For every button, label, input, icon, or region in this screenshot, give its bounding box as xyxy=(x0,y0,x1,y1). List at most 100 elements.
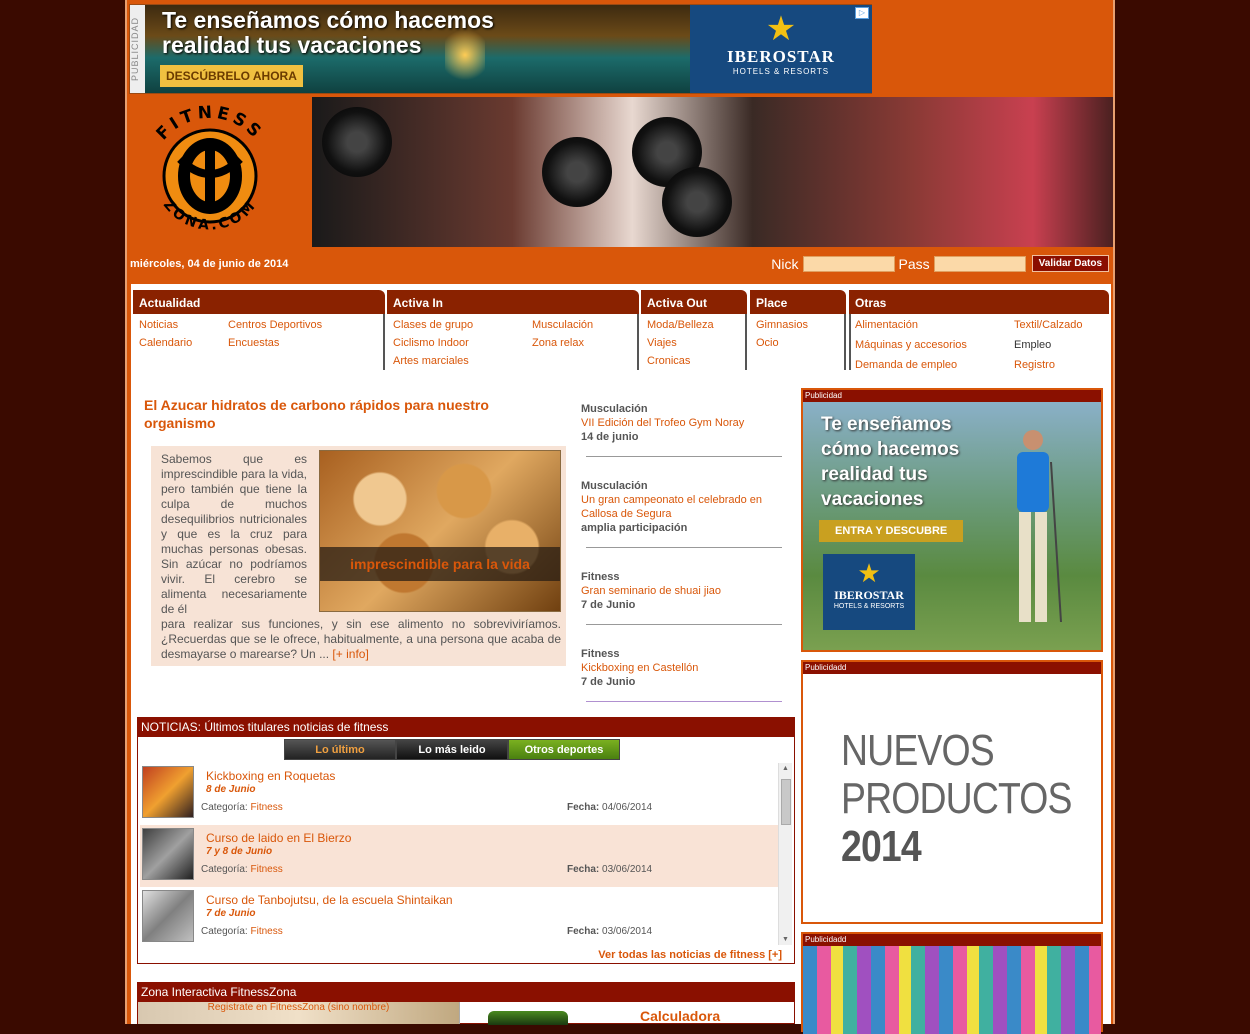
side-news-title[interactable]: Kickboxing en Castellón xyxy=(581,661,786,675)
tab-lo-mas-leido[interactable]: Lo más leido xyxy=(396,739,508,760)
brand-name: IBEROSTAR xyxy=(834,588,904,602)
more-info-link[interactable]: [+ info] xyxy=(332,647,368,661)
side-news-title[interactable]: VII Edición del Trofeo Gym Noray xyxy=(581,416,786,430)
menu-item-textil[interactable]: Textil/Calzado xyxy=(1014,319,1082,331)
side-news-item[interactable]: Fitness Gran seminario de shuai jiao 7 d… xyxy=(581,570,786,647)
menu-head-place[interactable]: Place xyxy=(750,290,846,314)
news-title[interactable]: Curso de laido en El Bierzo xyxy=(206,831,351,845)
category-link[interactable]: Fitness xyxy=(250,926,282,937)
news-thumbnail[interactable] xyxy=(142,766,194,818)
menu-item-ocio[interactable]: Ocio xyxy=(756,337,779,349)
scroll-down-icon[interactable]: ▼ xyxy=(782,936,789,943)
ad-cta-button[interactable]: ENTRA Y DESCUBRE xyxy=(819,520,964,542)
menu-head-actualidad[interactable]: Actualidad xyxy=(133,290,385,314)
menu-item-viajes[interactable]: Viajes xyxy=(647,337,677,349)
side-news-item[interactable]: Musculación VII Edición del Trofeo Gym N… xyxy=(581,402,786,479)
menu-item-moda[interactable]: Moda/Belleza xyxy=(647,319,714,331)
category-label: Categoría: xyxy=(201,926,248,937)
brand-sub: HOTELS & RESORTS xyxy=(732,67,830,76)
scroll-up-icon[interactable]: ▲ xyxy=(782,765,789,772)
tab-lo-ultimo[interactable]: Lo último xyxy=(284,739,396,760)
menu-head-activa-out[interactable]: Activa Out xyxy=(641,290,747,314)
all-news-link[interactable]: Ver todas las noticias de fitness [+] xyxy=(598,949,782,961)
menu-item-cronicas[interactable]: Cronicas xyxy=(647,355,690,367)
menu-head-otras[interactable]: Otras xyxy=(849,290,1109,314)
ad-label: Publicidadd xyxy=(803,662,1101,674)
menu-item-demanda[interactable]: Demanda de empleo xyxy=(855,359,957,371)
ad-headline: Te enseñamos cómo hacemos realidad tus v… xyxy=(162,8,494,58)
nick-input[interactable] xyxy=(802,255,895,272)
pass-label: Pass xyxy=(898,255,930,272)
article-title[interactable]: El Azucar hidratos de carbono rápidos pa… xyxy=(144,396,524,432)
right-ad-clothing[interactable]: Publicidadd xyxy=(801,932,1103,1034)
menu-item-gimnasios[interactable]: Gimnasios xyxy=(756,319,808,331)
fitnesszona-logo[interactable]: FITNESS ZONA.COM xyxy=(135,104,285,244)
side-news-item[interactable]: Musculación Un gran campeonato el celebr… xyxy=(581,479,786,570)
ad-label: Publicidad xyxy=(803,390,1101,402)
date-label: Fecha: xyxy=(567,864,600,875)
news-header: NOTICIAS: Últimos titulares noticias de … xyxy=(138,718,794,737)
menu-actualidad: Actualidad Noticias Calendario Centros D… xyxy=(133,290,385,370)
news-date: Fecha: 03/06/2014 xyxy=(567,864,652,875)
right-ad-iberostar[interactable]: Publicidad Te enseñamos cómo hacemos rea… xyxy=(801,388,1103,652)
menu-activa-out: Activa Out Moda/Belleza Viajes Cronicas xyxy=(641,290,747,370)
right-ad-nuevos-productos[interactable]: Publicidadd NUEVOS PRODUCTOS 2014 xyxy=(801,660,1103,924)
tab-otros-deportes[interactable]: Otros deportes xyxy=(508,739,620,760)
news-thumbnail[interactable] xyxy=(142,828,194,880)
validate-button[interactable]: Validar Datos xyxy=(1031,255,1109,272)
news-list: Kickboxing en Roquetas 8 de Junio Catego… xyxy=(140,763,778,945)
menu-item-noticias[interactable]: Noticias xyxy=(139,319,178,331)
adchoices-icon[interactable]: ▷ xyxy=(855,7,869,19)
ad2-line2: PRODUCTOS xyxy=(841,774,1072,823)
news-title[interactable]: Kickboxing en Roquetas xyxy=(206,769,335,783)
side-news-title[interactable]: Gran seminario de shuai jiao xyxy=(581,584,786,598)
pass-input[interactable] xyxy=(933,255,1026,272)
ad-text-line: realidad tus xyxy=(821,464,928,485)
menu-item-ciclismo[interactable]: Ciclismo Indoor xyxy=(393,337,469,349)
news-row[interactable]: Curso de laido en El Bierzo 7 y 8 de Jun… xyxy=(140,825,778,887)
calculator-link[interactable]: Calculadora xyxy=(640,1008,720,1024)
ad-cta-button[interactable]: DESCÚBRELO AHORA xyxy=(160,65,303,87)
news-thumbnail[interactable] xyxy=(142,890,194,942)
article-text: Sabemos que es imprescindible para la vi… xyxy=(161,452,561,662)
news-date: Fecha: 03/06/2014 xyxy=(567,926,652,937)
news-category: Categoría: Fitness xyxy=(201,926,283,937)
scroll-thumb[interactable] xyxy=(781,779,791,825)
top-banner-ad[interactable]: PUBLICIDAD Te enseñamos cómo hacemos rea… xyxy=(129,4,872,94)
menu-item-registro[interactable]: Registro xyxy=(1014,359,1055,371)
menu-item-artes[interactable]: Artes marciales xyxy=(393,355,469,367)
ad-text: Te enseñamos cómo hacemos realidad tus v… xyxy=(821,412,959,512)
page: PUBLICIDAD Te enseñamos cómo hacemos rea… xyxy=(125,0,1115,1034)
news-scrollbar[interactable]: ▲ ▼ xyxy=(778,763,792,945)
menu-item-zona-relax[interactable]: Zona relax xyxy=(532,337,584,349)
news-category: Categoría: Fitness xyxy=(201,802,283,813)
category-link[interactable]: Fitness xyxy=(250,864,282,875)
menu-item-encuestas[interactable]: Encuestas xyxy=(228,337,279,349)
category-link[interactable]: Fitness xyxy=(250,802,282,813)
side-news-item[interactable]: Fitness Kickboxing en Castellón 7 de Jun… xyxy=(581,647,786,724)
ad-text-line: Te enseñamos xyxy=(821,414,952,435)
menu-head-activa-in[interactable]: Activa In xyxy=(387,290,639,314)
brand-sub: HOTELS & RESORTS xyxy=(833,603,905,610)
brand-name: IBEROSTAR xyxy=(727,47,835,66)
ad2-line3: 2014 xyxy=(841,823,1072,871)
side-news-title[interactable]: Un gran campeonato el celebrado en Callo… xyxy=(581,493,786,521)
article-text-a: Sabemos que es imprescindible para la vi… xyxy=(161,452,307,616)
menu-item-maquinas[interactable]: Máquinas y accesorios xyxy=(855,339,967,351)
iberostar-logo: ★ IBEROSTAR HOTELS & RESORTS xyxy=(823,554,915,630)
main-content: Actualidad Noticias Calendario Centros D… xyxy=(131,284,1111,1034)
menu-item-centros[interactable]: Centros Deportivos xyxy=(228,319,322,331)
menu-item-alimentacion[interactable]: Alimentación xyxy=(855,319,918,331)
date-label: Fecha: xyxy=(567,926,600,937)
menu-item-calendario[interactable]: Calendario xyxy=(139,337,192,349)
star-icon: ★ xyxy=(765,10,797,48)
menu-item-musculacion[interactable]: Musculación xyxy=(532,319,593,331)
menu-item-clases[interactable]: Clases de grupo xyxy=(393,319,473,331)
menu-item-empleo[interactable]: Empleo xyxy=(1014,339,1051,351)
menu-place: Place Gimnasios Ocio xyxy=(750,290,846,370)
menu-body: Noticias Calendario Centros Deportivos E… xyxy=(133,314,385,370)
news-row[interactable]: Kickboxing en Roquetas 8 de Junio Catego… xyxy=(140,763,778,825)
news-title[interactable]: Curso de Tanbojutsu, de la escuela Shint… xyxy=(206,893,453,907)
register-link[interactable]: Registrate en FitnessZona (sino nombre) xyxy=(138,1002,460,1024)
news-row[interactable]: Curso de Tanbojutsu, de la escuela Shint… xyxy=(140,887,778,945)
